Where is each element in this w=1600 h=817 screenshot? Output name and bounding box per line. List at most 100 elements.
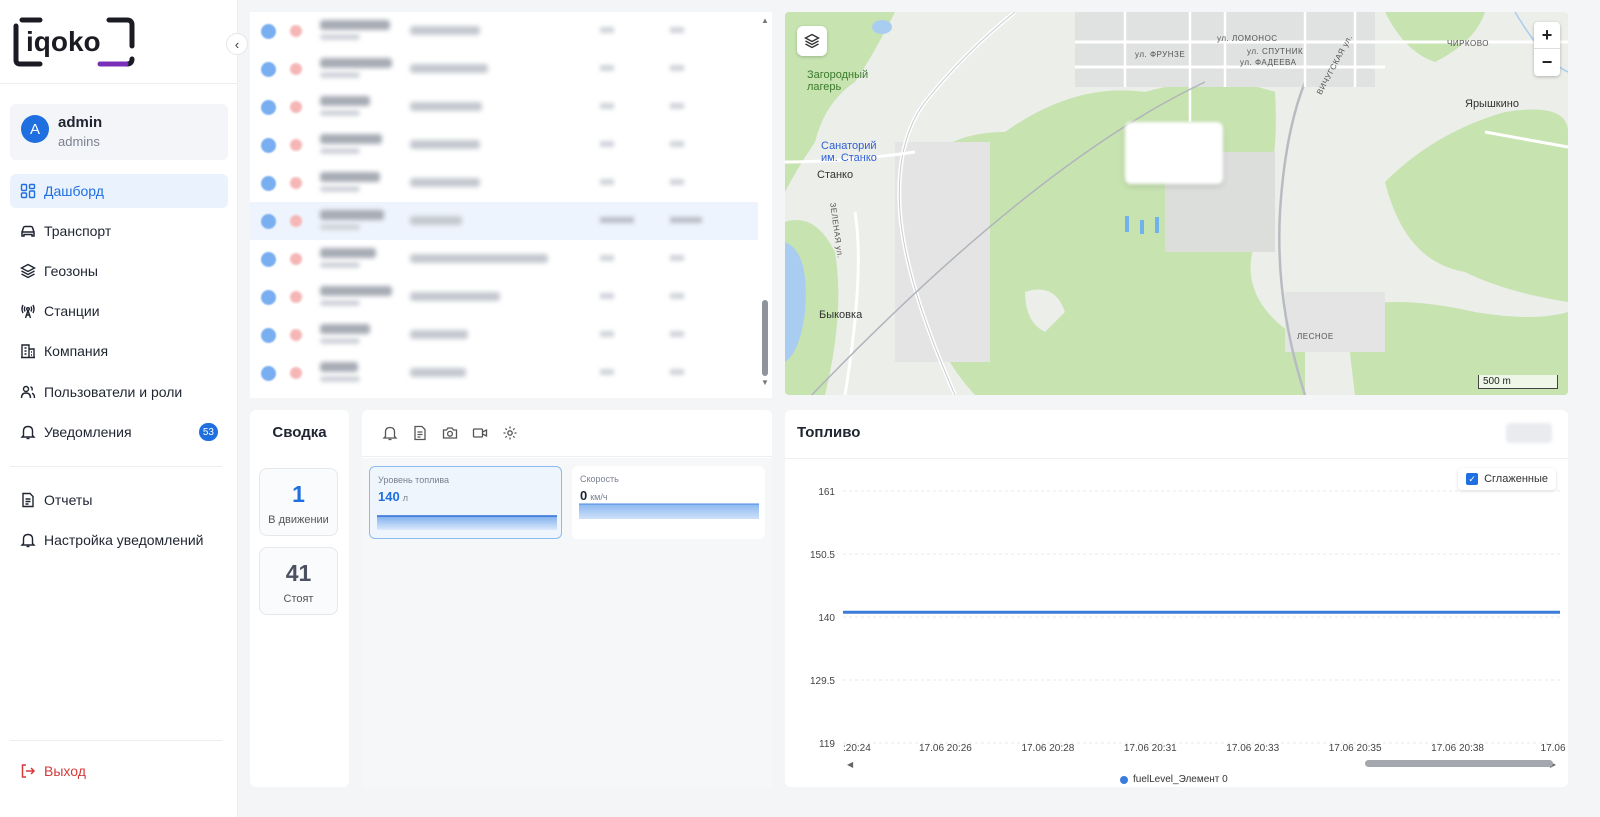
document-icon[interactable] bbox=[412, 425, 428, 441]
map-label: ЛЕСНОЕ bbox=[1297, 332, 1334, 341]
map-label: Станко bbox=[817, 169, 854, 181]
sensor-grid: Уровень топлива 140 л Скорость 0 км/ч bbox=[362, 458, 772, 787]
x-tick-label: 17.06 20 bbox=[1541, 743, 1568, 754]
fuel-chart-title: Топливо bbox=[797, 424, 861, 441]
stopped-stat[interactable]: 41 Стоят bbox=[259, 547, 338, 615]
map-label: Санаторий им. Станко bbox=[821, 140, 877, 164]
document-icon bbox=[20, 492, 36, 508]
dashboard-icon bbox=[20, 183, 36, 199]
fuel-chart-plot[interactable]: 161 150.5 140 129.5 119:20:24 17.06 20:26 17.0… bbox=[785, 459, 1568, 769]
sensor-label: Уровень топлива bbox=[378, 475, 450, 485]
nav-transport[interactable]: Транспорт bbox=[10, 214, 228, 248]
user-card[interactable]: A admin admins bbox=[10, 104, 228, 160]
stopped-count: 41 bbox=[285, 560, 312, 586]
vehicle-popup[interactable] bbox=[1125, 122, 1223, 184]
divider bbox=[0, 83, 238, 84]
sidebar-collapse-button[interactable]: ‹ bbox=[226, 33, 248, 55]
table-row[interactable] bbox=[250, 12, 758, 50]
map-label: ул. ФРУНЗЕ bbox=[1135, 50, 1186, 59]
scroll-up-arrow-icon[interactable]: ▲ bbox=[761, 16, 769, 25]
zoom-in-button[interactable]: + bbox=[1534, 22, 1560, 49]
table-row[interactable] bbox=[250, 354, 758, 392]
fuel-unit: л bbox=[402, 493, 408, 503]
fuel-chart-card: Топливо ✓ Сглаженные 161 150.5 140 129.5 119… bbox=[785, 410, 1568, 787]
table-row[interactable] bbox=[250, 278, 758, 316]
sensor-value: 0 км/ч bbox=[580, 488, 608, 503]
nav-stations[interactable]: Станции bbox=[10, 294, 228, 328]
scrollbar-thumb[interactable] bbox=[762, 300, 768, 376]
table-row[interactable] bbox=[250, 88, 758, 126]
logout-button[interactable]: Выход bbox=[10, 754, 228, 788]
table-row[interactable] bbox=[250, 240, 758, 278]
table-row[interactable] bbox=[250, 126, 758, 164]
nav-geozones[interactable]: Геозоны bbox=[10, 254, 228, 288]
iqoko-logo[interactable]: iqoko bbox=[12, 16, 137, 68]
user-name: admin bbox=[58, 114, 103, 131]
summary-card: Сводка 1 В движении 41 Стоят bbox=[250, 410, 349, 787]
fuel-period-selector[interactable] bbox=[1506, 423, 1552, 443]
table-row[interactable] bbox=[250, 316, 758, 354]
nav-company[interactable]: Компания bbox=[10, 334, 228, 368]
map-layers-button[interactable] bbox=[797, 26, 827, 56]
fuel-sparkline bbox=[377, 515, 557, 530]
sensor-value: 140 л bbox=[378, 489, 408, 504]
antenna-icon bbox=[20, 303, 36, 319]
sensor-label: Скорость bbox=[580, 474, 619, 484]
y-tick-label: 140 bbox=[818, 613, 835, 624]
settings-icon[interactable] bbox=[502, 425, 518, 441]
nav-dashboard[interactable]: Дашборд bbox=[10, 174, 228, 208]
avatar: A bbox=[21, 115, 49, 143]
nav-label: Компания bbox=[44, 343, 109, 359]
nav-label: Уведомления bbox=[44, 424, 132, 440]
table-row[interactable] bbox=[250, 50, 758, 88]
map-label: ул. ЛОМОНОС bbox=[1217, 34, 1278, 43]
speed-value: 0 bbox=[580, 488, 588, 503]
table-row-selected[interactable] bbox=[250, 202, 758, 240]
map[interactable]: Загородный лагерь Санаторий им. Станко С… bbox=[785, 12, 1568, 395]
nav-notification-settings[interactable]: Настройка уведомлений bbox=[10, 523, 228, 557]
logout-label: Выход bbox=[44, 763, 86, 779]
moving-label: В движении bbox=[268, 514, 329, 526]
chart-legend[interactable]: fuelLevel_Элемент 0 bbox=[1120, 774, 1228, 785]
sensors-toolbar bbox=[362, 410, 772, 457]
table-row[interactable] bbox=[250, 164, 758, 202]
logout-icon bbox=[20, 763, 36, 779]
scroll-down-arrow-icon[interactable]: ▼ bbox=[761, 378, 769, 387]
nav-notifications[interactable]: Уведомления 53 bbox=[10, 415, 228, 449]
nav-reports[interactable]: Отчеты bbox=[10, 483, 228, 517]
table-scrollbar[interactable]: ▲ ▼ bbox=[759, 14, 771, 392]
legend-label: fuelLevel_Элемент 0 bbox=[1133, 774, 1228, 785]
x-tick-label: 17.06 20:31 bbox=[1124, 743, 1177, 754]
stopped-label: Стоят bbox=[283, 593, 314, 605]
horizontal-scrollbar-thumb bbox=[1365, 760, 1553, 767]
layers-icon bbox=[20, 263, 36, 279]
bell-settings-icon bbox=[20, 532, 36, 548]
divider bbox=[10, 740, 222, 741]
user-role: admins bbox=[58, 134, 100, 149]
map-label: Загородный лагерь bbox=[807, 69, 869, 93]
nav-label: Транспорт bbox=[44, 223, 112, 239]
car-icon bbox=[20, 223, 36, 239]
moving-stat[interactable]: 1 В движении bbox=[259, 468, 338, 536]
legend-marker bbox=[1120, 775, 1128, 784]
nav-label: Геозоны bbox=[44, 263, 98, 279]
nav-label: Дашборд bbox=[44, 183, 104, 199]
users-icon bbox=[20, 384, 36, 400]
bell-icon[interactable] bbox=[382, 425, 398, 441]
sidebar: iqoko A admin admins Дашборд Транспорт Г… bbox=[0, 0, 238, 817]
fuel-level-sensor-card[interactable]: Уровень топлива 140 л bbox=[369, 466, 562, 539]
x-tick-label: :20:24 bbox=[843, 743, 871, 754]
camera-icon[interactable] bbox=[442, 425, 458, 441]
nav-label: Станции bbox=[44, 303, 100, 319]
y-tick-label: 129.5 bbox=[810, 676, 835, 687]
layers-icon bbox=[804, 33, 820, 49]
y-tick-label: 150.5 bbox=[810, 550, 835, 561]
sensors-card: Уровень топлива 140 л Скорость 0 км/ч bbox=[362, 410, 772, 787]
zoom-out-button[interactable]: − bbox=[1534, 49, 1560, 76]
nav-users-roles[interactable]: Пользователи и роли bbox=[10, 375, 228, 409]
zoom-control: + − bbox=[1534, 22, 1560, 76]
video-icon[interactable] bbox=[472, 425, 488, 441]
speed-sensor-card[interactable]: Скорость 0 км/ч bbox=[572, 466, 765, 539]
y-tick-label: 161 bbox=[818, 487, 835, 498]
nav-label: Настройка уведомлений bbox=[44, 532, 204, 548]
